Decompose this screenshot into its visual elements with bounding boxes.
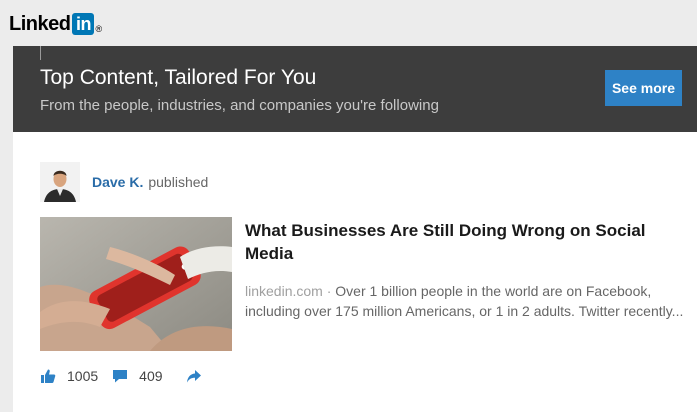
banner-cursor-mark <box>40 46 41 60</box>
top-bar: Linked in ® <box>0 0 697 47</box>
banner-subtitle: From the people, industries, and compani… <box>40 97 439 114</box>
comment-count: 409 <box>139 368 163 384</box>
phone-in-hands-image <box>40 217 232 351</box>
source-separator: · <box>326 283 332 299</box>
content-card: Top Content, Tailored For You From the p… <box>13 46 697 412</box>
article-thumbnail[interactable] <box>40 217 232 351</box>
linkedin-logo[interactable]: Linked in ® <box>9 9 102 39</box>
top-content-banner: Top Content, Tailored For You From the p… <box>13 46 697 132</box>
logo-registered-mark: ® <box>95 23 103 34</box>
see-more-button[interactable]: See more <box>605 70 682 106</box>
author-action-text: published <box>148 174 209 190</box>
share-arrow-icon[interactable] <box>186 368 202 384</box>
article-title-link[interactable]: What Businesses Are Still Doing Wrong on… <box>245 219 685 265</box>
post-actions: 1005 409 <box>40 364 202 388</box>
like-count: 1005 <box>67 368 99 384</box>
avatar[interactable] <box>40 162 80 202</box>
author-name-link[interactable]: Dave K. <box>92 174 143 190</box>
article-source[interactable]: linkedin.com <box>245 283 323 299</box>
author-photo <box>40 162 80 202</box>
post-author-row: Dave K. published <box>40 162 208 202</box>
banner-title: Top Content, Tailored For You <box>40 66 317 89</box>
logo-in-badge: in <box>72 13 95 35</box>
logo-wordmark: Linked <box>9 13 71 35</box>
thumbs-up-icon[interactable] <box>40 368 56 384</box>
comment-icon[interactable] <box>112 368 128 384</box>
article-snippet: linkedin.com · Over 1 billion people in … <box>245 281 690 321</box>
